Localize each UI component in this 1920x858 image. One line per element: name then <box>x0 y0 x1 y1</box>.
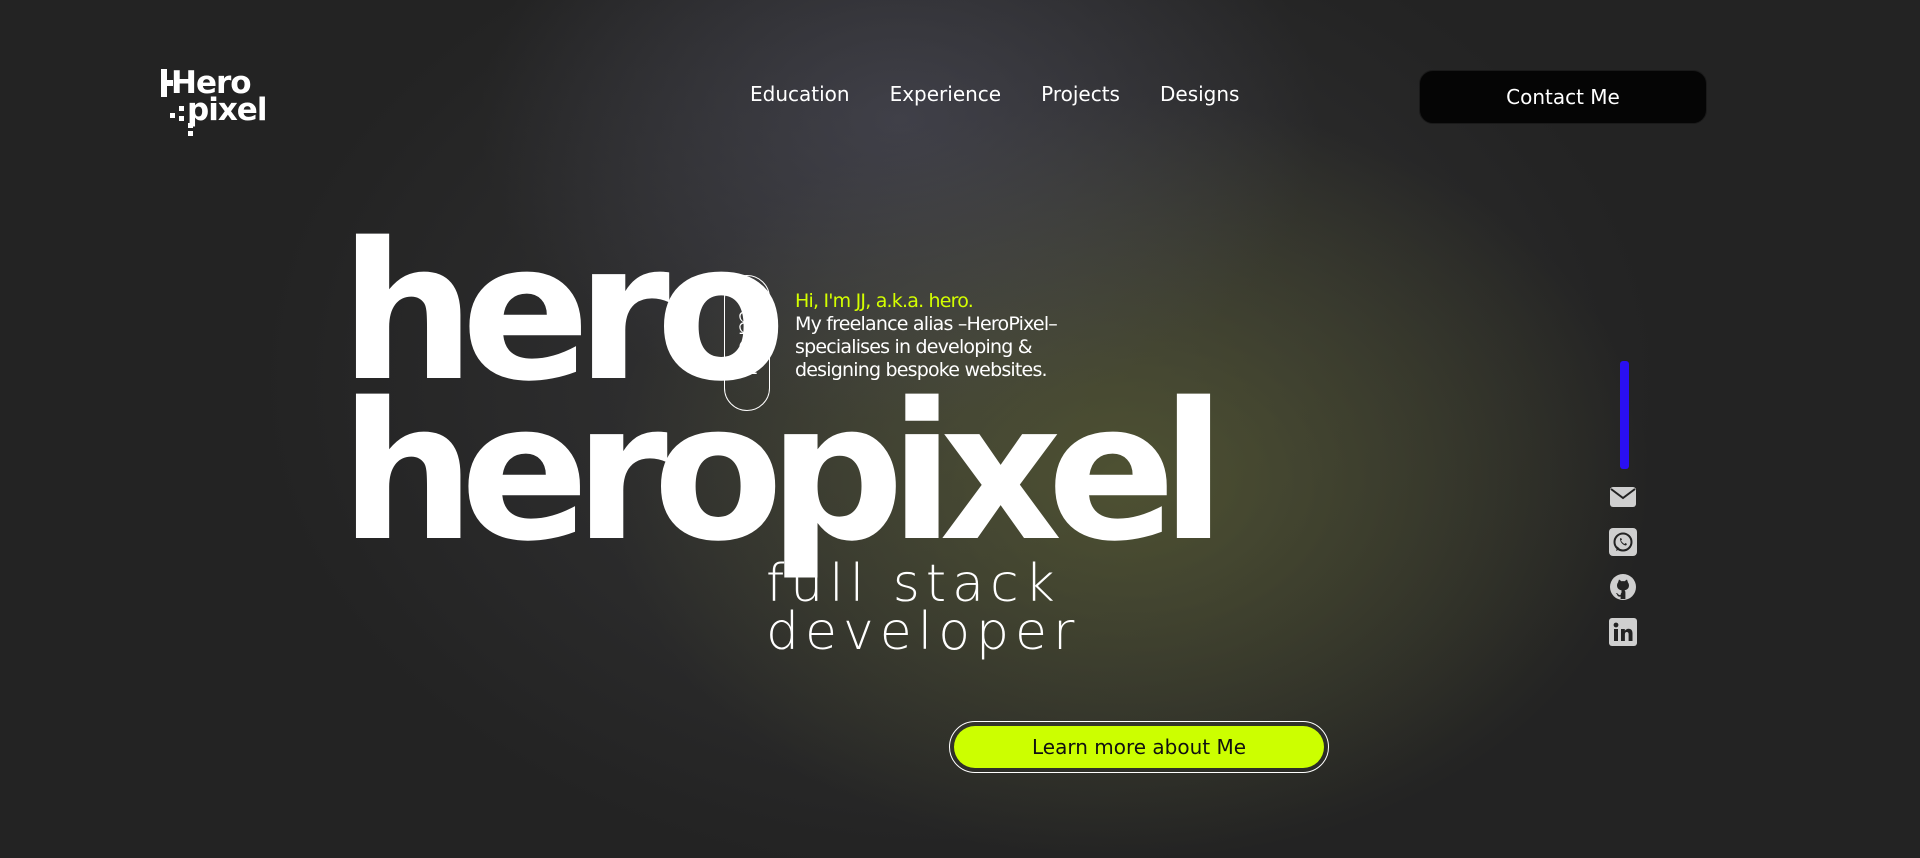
learn-more-button[interactable]: Learn more about Me <box>954 726 1324 768</box>
logo-pixel <box>179 106 184 111</box>
landing-page: Hero pixel Education Experience Projects… <box>0 0 1920 858</box>
heropixel-logo[interactable]: Hero pixel <box>160 66 280 138</box>
nav-link-education[interactable]: Education <box>750 82 850 106</box>
role-line-1: full stack <box>766 554 1061 614</box>
logo-pixel <box>179 116 184 121</box>
github-icon[interactable] <box>1609 573 1637 601</box>
whatsapp-icon[interactable] <box>1609 528 1637 556</box>
logo-pixel <box>170 113 175 118</box>
contact-me-button[interactable]: Contact Me <box>1419 70 1707 124</box>
logo-text-pixel: pixel <box>187 92 267 128</box>
intro-greeting: Hi, I'm JJ, a.k.a. hero. <box>795 290 974 312</box>
linkedin-icon[interactable] <box>1609 618 1637 646</box>
logo-pixel <box>188 131 193 136</box>
side-accent-bar <box>1620 361 1629 469</box>
nav-link-projects[interactable]: Projects <box>1041 82 1120 106</box>
main-nav: Education Experience Projects Designs <box>750 82 1239 106</box>
heropixel-word: heropixel <box>340 362 1226 583</box>
role-line-2: developer <box>766 602 1081 662</box>
email-icon[interactable] <box>1609 483 1637 511</box>
nav-link-experience[interactable]: Experience <box>890 82 1002 106</box>
role-title: full stack developer <box>766 554 1081 662</box>
nav-link-designs[interactable]: Designs <box>1160 82 1239 106</box>
